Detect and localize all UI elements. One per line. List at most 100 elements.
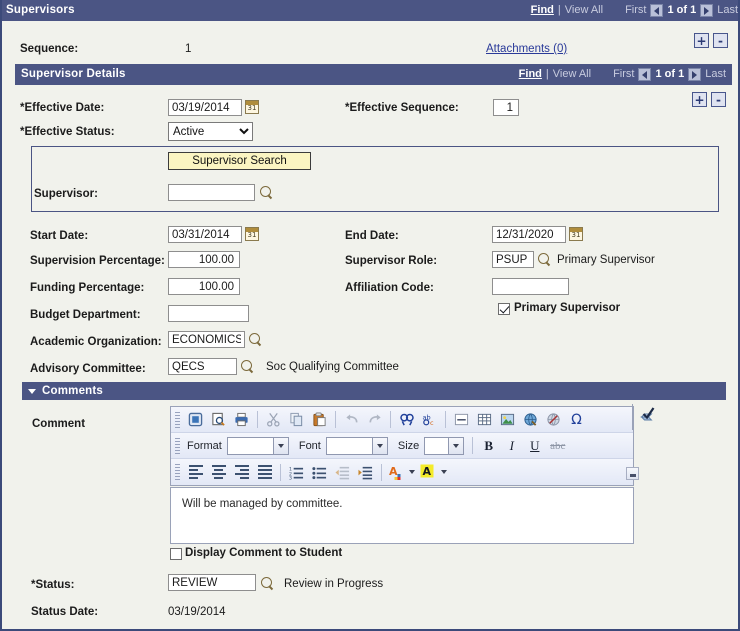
add-detail-row-button[interactable]: + [692,92,707,107]
indent-icon[interactable] [355,462,376,482]
delete-supervisor-row-button[interactable]: - [713,33,728,48]
find-icon[interactable] [396,410,417,430]
align-justify-icon[interactable] [254,462,275,482]
supervisor-search-button[interactable]: Supervisor Search [168,152,311,170]
effective-sequence-input[interactable] [493,99,519,116]
advisory-committee-lookup-icon[interactable] [240,359,255,374]
last-link[interactable]: Last [717,0,738,21]
comment-rich-text-editor: ab c Ω Format Font Size B I U abc 1 2 3 … [170,406,634,486]
effective-date-input[interactable] [168,99,242,116]
start-date-input[interactable] [168,226,242,243]
cut-icon[interactable] [263,410,284,430]
caret-down-icon[interactable] [28,388,36,394]
numbered-list-icon[interactable]: 123 [286,462,307,482]
first-link[interactable]: First [625,0,646,21]
end-date-input[interactable] [492,226,566,243]
supervisor-lookup-icon[interactable] [259,185,274,200]
advisory-committee-input[interactable] [168,358,237,375]
align-right-icon[interactable] [231,462,252,482]
supervisor-input[interactable] [168,184,255,201]
next-row-icon[interactable] [700,4,714,17]
horizontal-rule-icon[interactable] [451,410,472,430]
details-next-icon[interactable] [688,68,702,81]
preview-icon[interactable] [208,410,229,430]
details-first-link[interactable]: First [613,64,634,85]
details-nav-separator: | [545,68,549,80]
outdent-icon[interactable] [332,462,353,482]
special-character-icon[interactable]: Ω [566,410,587,430]
strikethrough-icon[interactable]: abc [547,436,568,456]
align-left-icon[interactable] [185,462,206,482]
details-view-all-link[interactable]: View All [553,64,591,85]
previous-row-icon[interactable] [650,4,664,17]
toolbar-grip-icon[interactable] [175,437,180,454]
display-comment-to-student-checkbox[interactable] [170,548,182,560]
attachments-link[interactable]: Attachments (0) [486,43,567,55]
supervisors-page: Supervisors Find | View All First 1 of 1… [0,0,740,631]
svg-text:A: A [389,465,398,478]
comment-body-textarea[interactable]: Will be managed by committee. [170,487,634,544]
supervisors-header-bar: Supervisors Find | View All First 1 of 1… [2,0,738,21]
supervision-percentage-input[interactable] [168,251,240,268]
chevron-down-icon[interactable] [448,437,464,454]
effective-date-calendar-icon[interactable] [245,100,259,114]
supervisor-role-lookup-icon[interactable] [537,252,552,267]
status-lookup-icon[interactable] [260,576,275,591]
details-last-link[interactable]: Last [705,64,726,85]
toolbar-grip-icon[interactable] [175,411,180,428]
toolbar-separator [280,463,281,481]
details-find-link[interactable]: Find [519,64,542,85]
italic-icon[interactable]: I [501,436,522,456]
svg-text:A: A [422,465,431,478]
toolbar-grip-icon[interactable] [175,464,180,480]
spell-check-icon[interactable] [639,406,657,422]
font-value [326,437,372,454]
background-color-icon[interactable]: A [419,462,436,482]
format-select[interactable] [226,436,289,455]
primary-supervisor-checkbox[interactable] [498,303,510,315]
image-icon[interactable] [497,410,518,430]
find-link[interactable]: Find [531,0,554,21]
replace-icon[interactable]: ab c [419,410,440,430]
print-icon[interactable] [231,410,252,430]
link-icon[interactable] [520,410,541,430]
editor-toolbar-row-3: 123 A A [171,459,633,485]
copy-icon[interactable] [286,410,307,430]
view-all-link[interactable]: View All [565,0,603,21]
academic-organization-lookup-icon[interactable] [248,332,263,347]
redo-icon[interactable] [364,410,385,430]
chevron-down-icon[interactable] [371,437,387,454]
editor-resize-grip[interactable] [626,467,639,480]
unlink-icon[interactable] [543,410,564,430]
text-color-dropdown-icon[interactable] [406,462,417,482]
supervisor-role-input[interactable] [492,251,534,268]
size-select[interactable] [424,436,465,455]
comments-header-bar[interactable]: Comments [22,382,726,400]
editor-toolbar-row-1: ab c Ω [171,407,633,433]
delete-detail-row-button[interactable]: - [711,92,726,107]
status-input[interactable] [168,574,256,591]
affiliation-code-input[interactable] [492,278,569,295]
bold-icon[interactable]: B [478,436,499,456]
size-label: Size [397,439,420,452]
underline-icon[interactable]: U [524,436,545,456]
chevron-down-icon[interactable] [272,437,288,454]
text-color-icon[interactable]: A [387,462,404,482]
undo-icon[interactable] [341,410,362,430]
end-date-calendar-icon[interactable] [569,227,583,241]
paste-icon[interactable] [309,410,330,430]
status-description: Review in Progress [284,578,384,590]
academic-organization-input[interactable] [168,331,245,348]
bulleted-list-icon[interactable] [309,462,330,482]
start-date-calendar-icon[interactable] [245,227,259,241]
funding-percentage-input[interactable] [168,278,240,295]
effective-status-select[interactable]: Active [168,122,253,141]
background-color-dropdown-icon[interactable] [438,462,449,482]
budget-department-input[interactable] [168,305,249,322]
align-center-icon[interactable] [208,462,229,482]
table-icon[interactable] [474,410,495,430]
maximize-icon[interactable] [185,410,206,430]
font-select[interactable] [325,436,388,455]
details-previous-icon[interactable] [638,68,652,81]
add-supervisor-row-button[interactable]: + [694,33,709,48]
